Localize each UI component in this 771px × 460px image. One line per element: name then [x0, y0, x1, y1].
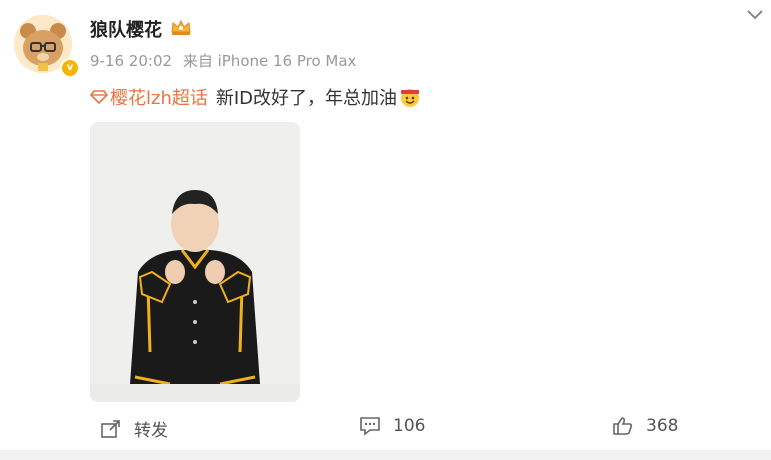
like-count: 368 — [646, 416, 679, 436]
comment-icon — [360, 417, 380, 436]
chevron-down-icon[interactable] — [746, 8, 764, 22]
weibo-post-card: v 狼队樱花 9-16 20:02 来自 iPhone 16 Pro Max 樱… — [0, 0, 771, 460]
repost-icon — [101, 419, 120, 438]
post-text: 新ID改好了，年总加油 — [215, 88, 398, 109]
action-bar: 转发 106 368 — [0, 408, 771, 448]
feed-divider — [0, 450, 771, 460]
cheer-emoji-icon — [401, 89, 420, 107]
post-content: 樱花lzh超话 新ID改好了，年总加油 — [90, 84, 421, 110]
repost-button[interactable]: 转发 — [100, 416, 168, 441]
person-photo — [90, 122, 300, 402]
thumbs-up-icon — [613, 417, 633, 435]
post-meta: 9-16 20:02 来自 iPhone 16 Pro Max — [90, 50, 362, 71]
topic-label: 樱花lzh超话 — [110, 88, 208, 109]
comment-button[interactable]: 106 — [359, 416, 425, 436]
diamond-topic-icon — [90, 90, 108, 104]
post-time[interactable]: 9-16 20:02 — [90, 52, 172, 70]
post-image[interactable] — [90, 122, 300, 402]
repost-label: 转发 — [134, 421, 168, 441]
topic-link[interactable]: 樱花lzh超话 — [90, 84, 208, 110]
comment-count: 106 — [393, 416, 426, 436]
crown-icon — [171, 19, 191, 35]
username[interactable]: 狼队樱花 — [90, 16, 162, 42]
verified-badge-icon: v — [60, 58, 80, 78]
post-source: 来自 iPhone 16 Pro Max — [182, 52, 357, 70]
like-button[interactable]: 368 — [612, 416, 678, 436]
